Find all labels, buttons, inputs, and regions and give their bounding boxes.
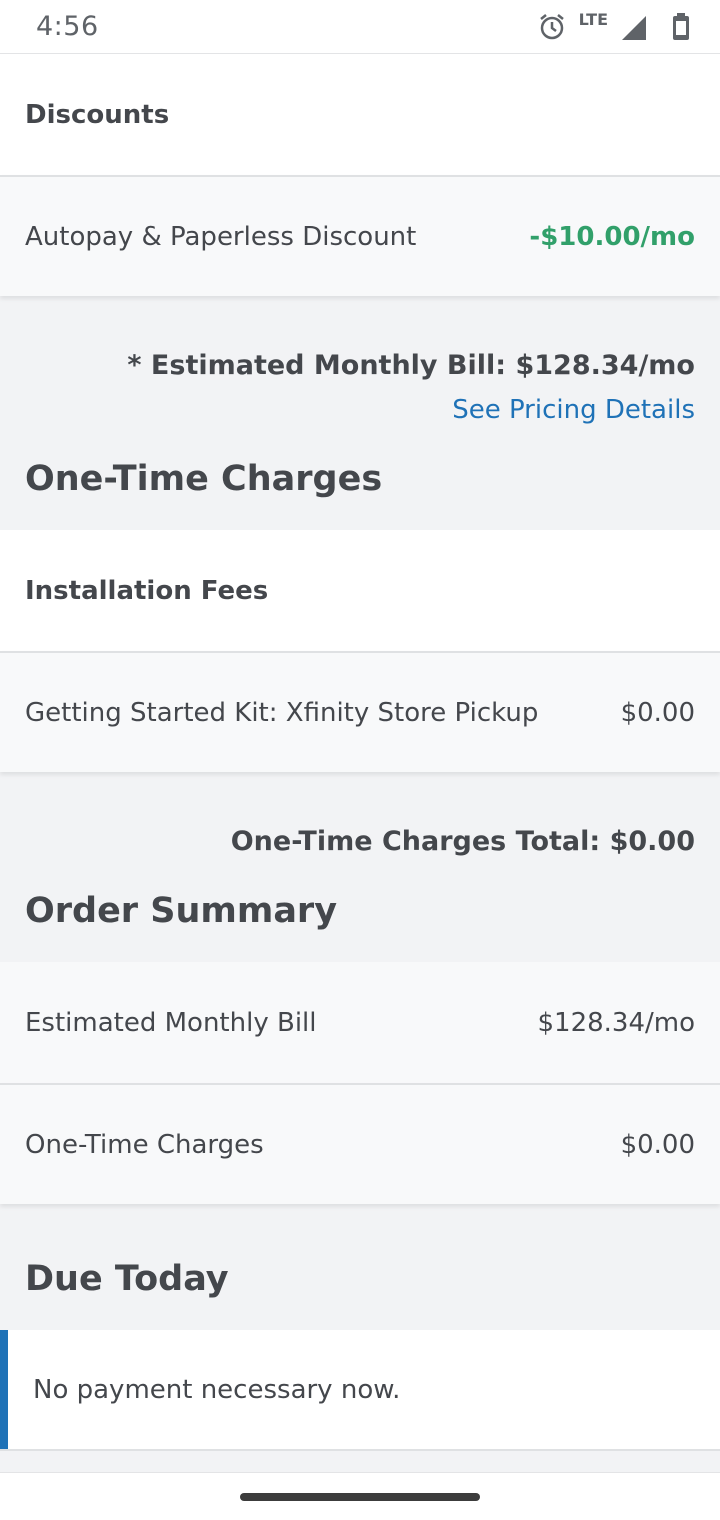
signal-icon: [620, 10, 648, 48]
battery-icon: [672, 10, 690, 48]
installation-fee-row: Getting Started Kit: Xfinity Store Picku…: [0, 651, 720, 772]
one-time-charges-title: One-Time Charges: [25, 459, 383, 499]
notice-accent-bar: [0, 1330, 8, 1449]
network-type-label: LTE: [578, 10, 608, 29]
one-time-charges-total: One-Time Charges Total: $0.00: [230, 826, 695, 857]
due-today-notice: No payment necessary now.: [0, 1330, 720, 1451]
discount-label: Autopay & Paperless Discount: [25, 221, 417, 252]
summary-monthly-value: $128.34/mo: [537, 1007, 695, 1038]
discount-row: Autopay & Paperless Discount -$10.00/mo: [0, 175, 720, 296]
installation-fees-section-header: Installation Fees: [0, 530, 720, 651]
summary-one-time-value: $0.00: [620, 1129, 695, 1160]
discounts-section-header: Discounts: [0, 54, 720, 175]
summary-monthly-label: Estimated Monthly Bill: [25, 1007, 317, 1038]
installation-fee-value: $0.00: [620, 697, 695, 728]
estimated-monthly-bill-summary: * Estimated Monthly Bill: $128.34/mo: [127, 350, 695, 381]
see-pricing-details-link[interactable]: See Pricing Details: [452, 395, 695, 425]
installation-fee-label: Getting Started Kit: Xfinity Store Picku…: [25, 697, 539, 728]
discounts-header-label: Discounts: [25, 99, 170, 130]
summary-row-one-time: One-Time Charges $0.00: [0, 1083, 720, 1204]
summary-row-monthly: Estimated Monthly Bill $128.34/mo: [0, 962, 720, 1083]
discount-value: -$10.00/mo: [529, 221, 695, 252]
status-bar: 4:56 LTE: [0, 0, 720, 54]
status-time: 4:56: [36, 11, 99, 42]
due-today-message: No payment necessary now.: [33, 1375, 401, 1405]
installation-fees-label: Installation Fees: [25, 575, 269, 606]
system-nav-bar: [0, 1472, 720, 1520]
order-summary-title: Order Summary: [25, 891, 338, 931]
due-today-title: Due Today: [25, 1259, 229, 1299]
alarm-icon: [538, 10, 566, 48]
home-gesture-handle[interactable]: [240, 1493, 480, 1501]
summary-one-time-label: One-Time Charges: [25, 1129, 264, 1160]
